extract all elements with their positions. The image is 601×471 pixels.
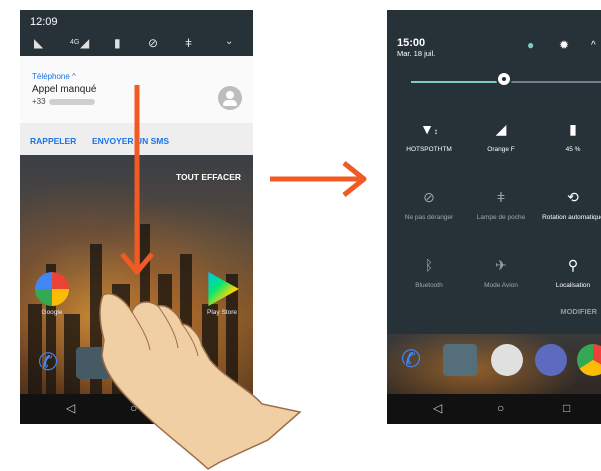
- tile-auto-rotate[interactable]: ⟲ Rotation automatique: [537, 188, 601, 222]
- app-drawer-icon[interactable]: [120, 347, 152, 379]
- app-google[interactable]: Google: [32, 272, 72, 316]
- camera-app-icon[interactable]: [443, 344, 477, 376]
- rotation-icon: ⟲: [567, 189, 579, 205]
- navigation-bar: ◁ ○ □: [20, 394, 253, 424]
- back-icon[interactable]: ◁: [433, 401, 442, 415]
- chrome-app-icon[interactable]: [577, 344, 601, 376]
- tile-do-not-disturb[interactable]: ⊘ Ne pas déranger: [393, 188, 465, 222]
- home-icon[interactable]: ○: [130, 401, 137, 415]
- home-icon[interactable]: ○: [497, 401, 504, 415]
- tile-label: Localisation: [555, 282, 591, 289]
- notification-app-name: Téléphone ^: [32, 72, 76, 81]
- notification-actions: RAPPELER ENVOYER UN SMS: [20, 123, 253, 155]
- tile-label: Mode Avion: [484, 282, 518, 289]
- back-icon[interactable]: ◁: [66, 401, 75, 415]
- wallpaper-dock: ✆ ◁ ○ □: [387, 334, 601, 424]
- recents-icon[interactable]: □: [563, 401, 570, 415]
- redacted-number: [48, 98, 95, 105]
- location-icon: ⚲: [567, 257, 579, 273]
- signal-icon[interactable]: ◢: [80, 36, 89, 50]
- app-play-store[interactable]: Play Store: [198, 272, 246, 316]
- tile-label: Bluetooth: [415, 282, 443, 289]
- transition-arrow: [270, 161, 367, 197]
- recents-icon[interactable]: □: [192, 401, 199, 415]
- clear-all-button[interactable]: TOUT EFFACER: [176, 172, 241, 182]
- do-not-disturb-icon[interactable]: ⊘: [148, 36, 158, 50]
- avatar: [218, 86, 242, 110]
- tile-wifi[interactable]: ▼↕ HOTSPOTHTM: [393, 120, 465, 154]
- tile-label: Rotation automatique: [542, 214, 601, 221]
- app-drawer-icon[interactable]: [491, 344, 523, 376]
- navigation-bar: ◁ ○ □: [387, 394, 601, 424]
- notification-title: Appel manqué: [32, 84, 97, 95]
- wifi-off-icon[interactable]: ◣: [34, 36, 43, 50]
- call-back-button[interactable]: RAPPELER: [30, 136, 76, 146]
- phone-app-icon[interactable]: ✆: [32, 347, 64, 379]
- signal-icon: ◢: [495, 121, 507, 137]
- flashlight-icon[interactable]: ǂ: [185, 36, 192, 50]
- left-phone-screen: 12:09 ◣ 4G ◢ ▮ ⊘ ǂ ⌄ Téléphone ^ Appel m…: [20, 10, 253, 424]
- chevron-up-icon[interactable]: ^: [591, 40, 596, 51]
- tile-battery[interactable]: ▮ 45 %: [537, 120, 601, 154]
- battery-icon: ▮: [569, 121, 577, 137]
- app-label: Play Store: [207, 309, 237, 316]
- tile-label: Lampe de poche: [476, 214, 526, 221]
- bluetooth-icon: ᛒ: [424, 257, 434, 273]
- quick-settings-row: ◣ 4G ◢ ▮ ⊘ ǂ ⌄: [20, 36, 253, 56]
- airplane-icon: ✈: [495, 257, 507, 273]
- google-icon: [35, 272, 69, 306]
- brightness-thumb[interactable]: [496, 71, 512, 87]
- network-type: 4G: [70, 39, 80, 46]
- tile-label: Ne pas déranger: [404, 214, 454, 221]
- do-not-disturb-icon: ⊘: [423, 189, 435, 205]
- missed-call-notification[interactable]: Téléphone ^ Appel manqué +33: [20, 56, 253, 123]
- tile-label: 45 %: [565, 146, 581, 153]
- send-sms-button[interactable]: ENVOYER UN SMS: [92, 136, 169, 146]
- edit-button[interactable]: MODIFIER: [560, 307, 597, 316]
- tile-bluetooth[interactable]: ᛒ Bluetooth: [393, 256, 465, 290]
- tile-label: Orange F: [487, 146, 515, 153]
- user-icon[interactable]: ●: [527, 38, 534, 52]
- phone-app-icon[interactable]: ✆: [395, 344, 427, 376]
- tile-mobile-data[interactable]: ◢ Orange F: [465, 120, 537, 154]
- right-phone-screen: 15:00 Mar. 18 juil. ● ✹ ^ ▼↕ HOTSPOTHTM …: [387, 10, 601, 424]
- clock: 12:09: [30, 16, 58, 28]
- messages-app-icon[interactable]: [535, 344, 567, 376]
- quick-settings-header: 15:00 Mar. 18 juil. ● ✹ ^: [387, 10, 601, 98]
- tile-label: HOTSPOTHTM: [406, 146, 452, 153]
- wifi-icon: ▼↕: [420, 121, 438, 137]
- notification-number: +33: [32, 97, 95, 106]
- phone-prefix: +33: [32, 97, 46, 106]
- tile-flashlight[interactable]: ǂ Lampe de poche: [465, 188, 537, 222]
- status-bar: 12:09 ◣ 4G ◢ ▮ ⊘ ǂ ⌄: [20, 10, 253, 56]
- battery-icon[interactable]: ▮: [114, 36, 121, 50]
- app-label: Google: [41, 309, 63, 316]
- quick-settings-tiles: ▼↕ HOTSPOTHTM ◢ Orange F ▮ 45 % ⊘ Ne pas…: [387, 98, 601, 334]
- flashlight-icon: ǂ: [496, 189, 506, 205]
- play-store-icon: [208, 272, 239, 306]
- clock: 15:00: [397, 37, 426, 49]
- tile-airplane-mode[interactable]: ✈ Mode Avion: [465, 256, 537, 290]
- camera-app-icon[interactable]: [76, 347, 110, 379]
- date: Mar. 18 juil.: [397, 49, 436, 58]
- tile-location[interactable]: ⚲ Localisation: [537, 256, 601, 290]
- brightness-fill: [411, 81, 497, 83]
- chevron-down-icon[interactable]: ⌄: [225, 36, 233, 47]
- gear-icon[interactable]: ✹: [559, 38, 569, 52]
